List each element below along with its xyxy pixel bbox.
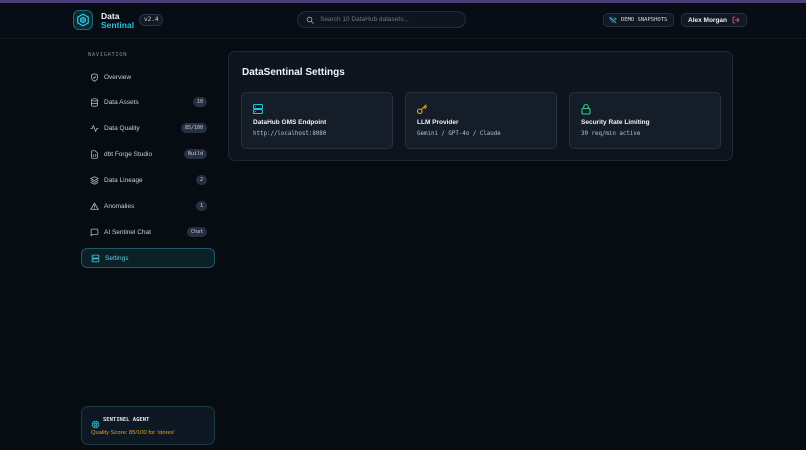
server-icon <box>252 102 264 115</box>
nav-heading: NAVIGATION <box>88 52 128 58</box>
sidebar-item-overview[interactable]: Overview <box>81 67 215 87</box>
file-code-icon <box>89 149 99 159</box>
settings-card-llm-provider[interactable]: LLM Provider Gemini / GPT-4o / Claude <box>405 92 557 149</box>
count-badge: 10 <box>192 97 207 107</box>
server-icon <box>90 253 100 263</box>
app-logo[interactable] <box>73 10 93 30</box>
search-icon <box>306 16 314 24</box>
settings-card-datahub-endpoint[interactable]: DataHub GMS Endpoint http://localhost:80… <box>241 92 393 149</box>
sidebar-item-label: Anomalies <box>104 202 135 210</box>
cube-icon <box>77 13 89 27</box>
sidebar-item-anomalies[interactable]: Anomalies 1 <box>81 196 215 216</box>
database-icon <box>89 97 99 107</box>
sidebar-item-dbt-forge-studio[interactable]: dbt Forge Studio Build <box>81 144 215 164</box>
user-menu-button[interactable]: Alex Morgan <box>681 13 748 27</box>
sidebar-item-data-assets[interactable]: Data Assets 10 <box>81 92 215 112</box>
card-title: Security Rate Limiting <box>581 119 650 126</box>
settings-card-rate-limiting[interactable]: Security Rate Limiting 30 req/min active <box>569 92 721 149</box>
lock-icon <box>580 102 592 115</box>
card-value: http://localhost:8080 <box>253 131 327 137</box>
demo-snapshots-label: DEMO SNAPSHOTS <box>621 17 668 23</box>
sidebar-item-ai-sentinel-chat[interactable]: AI Sentinel Chat Chat <box>81 222 215 242</box>
app-header: Data Sentinal v2.4 DEMO SNAPSHOTS Alex M… <box>0 3 806 39</box>
user-name: Alex Morgan <box>688 16 728 24</box>
build-badge: Build <box>183 149 207 159</box>
sidebar-item-label: dbt Forge Studio <box>104 150 153 158</box>
logout-icon <box>732 16 740 24</box>
activity-icon <box>89 123 99 133</box>
sidebar-item-label: AI Sentinel Chat <box>104 228 151 236</box>
wifi-off-icon <box>609 16 617 24</box>
page-title: DataSentinal Settings <box>242 67 345 78</box>
layers-icon <box>89 175 99 185</box>
sidebar-item-data-quality[interactable]: Data Quality 85/100 <box>81 118 215 138</box>
sidebar-item-label: Data Quality <box>104 124 140 132</box>
card-value: 30 req/min active <box>581 131 641 137</box>
chat-badge: Chat <box>186 227 207 237</box>
sidebar-item-settings[interactable]: Settings <box>81 248 215 268</box>
demo-snapshots-button[interactable]: DEMO SNAPSHOTS <box>603 13 675 27</box>
card-value: Gemini / GPT-4o / Claude <box>417 131 501 137</box>
sidebar-item-label: Data Assets <box>104 98 139 106</box>
agent-quality-score: Quality Score: 85/100 for 'stores' <box>91 430 175 436</box>
message-square-icon <box>89 227 99 237</box>
sentinel-agent-panel[interactable]: SENTINEL AGENT Quality Score: 85/100 for… <box>81 406 215 445</box>
score-badge: 85/100 <box>180 123 207 133</box>
count-badge: 1 <box>195 201 207 211</box>
alert-triangle-icon <box>89 201 99 211</box>
cpu-icon <box>91 416 100 429</box>
search-input[interactable] <box>320 16 460 23</box>
sidebar-item-label: Settings <box>105 254 129 262</box>
sidebar-item-label: Data Lineage <box>104 176 143 184</box>
version-badge: v2.4 <box>139 14 164 26</box>
key-icon <box>416 102 428 115</box>
app-brand: Data Sentinal <box>101 12 134 29</box>
shield-icon <box>89 72 99 82</box>
count-badge: 2 <box>195 175 207 185</box>
settings-panel: DataSentinal Settings DataHub GMS Endpoi… <box>228 51 733 161</box>
sidebar-item-label: Overview <box>104 73 132 81</box>
agent-title: SENTINEL AGENT <box>103 417 150 423</box>
search-bar[interactable] <box>297 11 466 28</box>
brand-name-line2: Sentinal <box>101 19 135 30</box>
card-title: DataHub GMS Endpoint <box>253 119 327 126</box>
card-title: LLM Provider <box>417 119 459 126</box>
sidebar-item-data-lineage[interactable]: Data Lineage 2 <box>81 170 215 190</box>
